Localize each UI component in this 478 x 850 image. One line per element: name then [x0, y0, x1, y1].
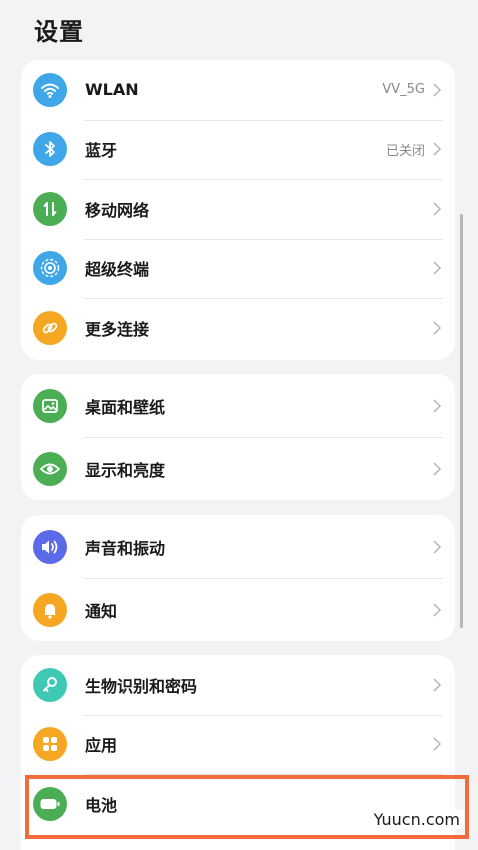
settings-item-apps[interactable]: 应用: [21, 714, 455, 775]
settings-item-label: 蓝牙: [85, 141, 118, 161]
settings-item-wallpaper[interactable]: 桌面和壁纸: [21, 374, 455, 437]
settings-item-label: 更多连接: [85, 319, 150, 339]
settings-group-sound: 声音和振动 通知: [21, 515, 455, 641]
settings-item-label: 桌面和壁纸: [85, 397, 166, 417]
settings-item-notifications[interactable]: 通知: [21, 578, 455, 641]
settings-item-label: 生物识别和密码: [85, 676, 198, 696]
settings-item-display-brightness[interactable]: 显示和亮度: [21, 437, 455, 500]
link-icon: [33, 310, 67, 345]
speaker-icon: [33, 529, 67, 564]
super-device-icon: [33, 251, 67, 286]
page-title: 设置: [34, 18, 84, 46]
settings-item-sound-vibration[interactable]: 声音和振动: [21, 515, 455, 578]
settings-group-connectivity: WLAN VV_5G 蓝牙 已关闭 移动网络 超级终端 更多连接: [21, 60, 455, 360]
chevron-right-icon: [433, 142, 442, 156]
scrollbar[interactable]: [460, 214, 463, 628]
settings-item-label: 超级终端: [85, 260, 150, 280]
settings-item-label: 移动网络: [85, 200, 150, 220]
apps-icon: [33, 727, 67, 762]
settings-item-label: WLAN: [85, 80, 139, 100]
key-icon: [33, 667, 67, 702]
eye-icon: [33, 451, 67, 486]
bluetooth-status-value: 已关闭: [385, 143, 425, 159]
settings-item-label: 声音和振动: [85, 538, 166, 558]
chevron-right-icon: [433, 83, 442, 97]
chevron-right-icon: [433, 737, 442, 751]
chevron-right-icon: [433, 602, 442, 617]
mobile-data-icon: [33, 191, 67, 226]
settings-item-bluetooth[interactable]: 蓝牙 已关闭: [21, 119, 455, 180]
bell-icon: [33, 592, 67, 627]
wifi-icon: [33, 72, 67, 107]
chevron-right-icon: [433, 539, 442, 554]
settings-item-label: 通知: [85, 601, 118, 621]
chevron-right-icon: [433, 321, 442, 335]
wifi-network-value: VV_5G: [382, 82, 425, 98]
battery-highlight-box: [25, 775, 469, 839]
settings-item-super-device[interactable]: 超级终端: [21, 238, 455, 299]
chevron-right-icon: [433, 202, 442, 216]
settings-item-biometrics-password[interactable]: 生物识别和密码: [21, 655, 455, 715]
bluetooth-icon: [33, 132, 67, 167]
chevron-right-icon: [433, 398, 442, 413]
settings-item-wlan[interactable]: WLAN VV_5G: [21, 60, 455, 120]
settings-item-more-connections[interactable]: 更多连接: [21, 298, 455, 358]
chevron-right-icon: [433, 678, 442, 692]
watermark-text: Yuucn.com: [369, 810, 464, 829]
chevron-right-icon: [433, 461, 442, 476]
wallpaper-icon: [33, 388, 67, 423]
settings-group-display: 桌面和壁纸 显示和亮度: [21, 374, 455, 500]
settings-item-label: 显示和亮度: [85, 460, 166, 480]
chevron-right-icon: [433, 261, 442, 275]
settings-item-label: 应用: [85, 736, 118, 756]
settings-item-mobile-network[interactable]: 移动网络: [21, 179, 455, 239]
